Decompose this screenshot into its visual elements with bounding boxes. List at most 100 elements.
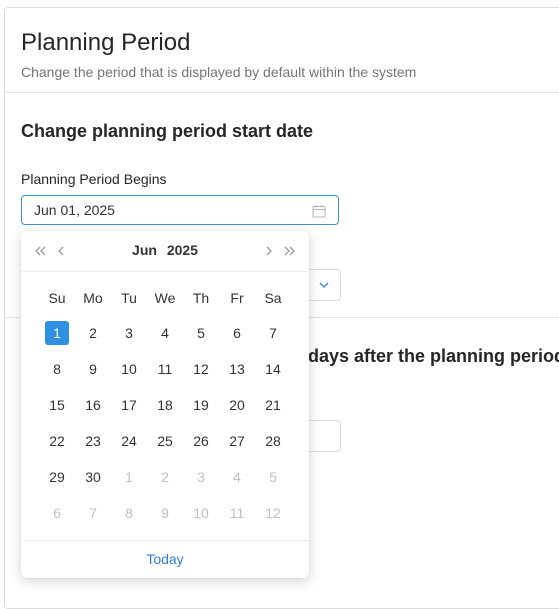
calendar-day-number: 21: [265, 397, 281, 413]
calendar-day-number: 23: [85, 433, 101, 449]
section-title-start-date: Change planning period start date: [21, 121, 314, 141]
chevron-down-icon: [319, 282, 329, 289]
calendar-day-number: 30: [85, 469, 101, 485]
calendar-day-other-month[interactable]: 10: [183, 501, 219, 525]
calendar-day[interactable]: 17: [111, 393, 147, 417]
calendar-day[interactable]: 3: [111, 321, 147, 345]
calendar-day[interactable]: 6: [219, 321, 255, 345]
calendar-day[interactable]: 26: [183, 429, 219, 453]
calendar-day-number: 6: [53, 505, 61, 521]
calendar-day-other-month[interactable]: 11: [219, 501, 255, 525]
calendar-day-number: 4: [161, 325, 169, 341]
calendar-day-number: 1: [125, 469, 133, 485]
calendar-day-other-month[interactable]: 8: [111, 501, 147, 525]
weekday-header-row: Su Mo Tu We Th Fr Sa: [39, 290, 291, 306]
calendar-day[interactable]: 27: [219, 429, 255, 453]
calendar-day[interactable]: 22: [39, 429, 75, 453]
calendar-day-number: 28: [265, 433, 281, 449]
calendar-day[interactable]: 21: [255, 393, 291, 417]
date-picker-popup: Jun 2025 Su Mo Tu We Th Fr Sa 1234567891…: [21, 231, 309, 578]
date-picker-footer: Today: [21, 540, 309, 579]
calendar-day[interactable]: 9: [75, 357, 111, 381]
calendar-day-other-month[interactable]: 2: [147, 465, 183, 489]
weekday-label: Tu: [121, 290, 137, 306]
planning-period-begins-label: Planning Period Begins: [21, 171, 167, 187]
calendar-day-other-month[interactable]: 9: [147, 501, 183, 525]
calendar-day[interactable]: 13: [219, 357, 255, 381]
calendar-week-row: 1 2 3 4 5 6 7: [39, 321, 291, 345]
calendar-day-number: 9: [161, 505, 169, 521]
weekday-label: Mo: [83, 290, 103, 306]
calendar-day-other-month[interactable]: 1: [111, 465, 147, 489]
page-title: Planning Period: [21, 29, 191, 56]
calendar-day[interactable]: 10: [111, 357, 147, 381]
calendar-day-number: 12: [265, 505, 281, 521]
calendar-day-number: 1: [45, 321, 69, 345]
calendar-day[interactable]: 7: [255, 321, 291, 345]
calendar-day[interactable]: 25: [147, 429, 183, 453]
calendar-day[interactable]: 11: [147, 357, 183, 381]
date-picker-header: Jun 2025: [21, 231, 309, 272]
calendar-day-number: 25: [157, 433, 173, 449]
calendar-day-number: 2: [161, 469, 169, 485]
double-chevron-right-icon[interactable]: [279, 241, 299, 261]
calendar-day-number: 7: [89, 505, 97, 521]
calendar-day[interactable]: 14: [255, 357, 291, 381]
calendar-day[interactable]: 24: [111, 429, 147, 453]
calendar-day[interactable]: 18: [147, 393, 183, 417]
calendar-day[interactable]: 8: [39, 357, 75, 381]
calendar-icon[interactable]: [312, 204, 326, 218]
date-input-value: Jun 01, 2025: [34, 202, 115, 218]
calendar-day[interactable]: 20: [219, 393, 255, 417]
calendar-day[interactable]: 12: [183, 357, 219, 381]
calendar-day-number: 22: [49, 433, 65, 449]
weekday-label: Sa: [264, 290, 282, 306]
calendar-day-number: 10: [193, 505, 209, 521]
weekday-label: Fr: [230, 290, 244, 306]
calendar-day-number: 8: [53, 361, 61, 377]
calendar-day-selected[interactable]: 1: [39, 321, 75, 345]
calendar-day[interactable]: 29: [39, 465, 75, 489]
calendar-day-number: 12: [193, 361, 209, 377]
year-label[interactable]: 2025: [167, 242, 198, 258]
calendar-day-number: 5: [197, 325, 205, 341]
calendar-day-number: 7: [269, 325, 277, 341]
calendar-day[interactable]: 2: [75, 321, 111, 345]
calendar-day-number: 11: [157, 361, 173, 377]
calendar-day[interactable]: 23: [75, 429, 111, 453]
weekday-label: Su: [48, 290, 66, 306]
calendar-day[interactable]: 16: [75, 393, 111, 417]
calendar-day-number: 24: [121, 433, 137, 449]
calendar-day[interactable]: 30: [75, 465, 111, 489]
calendar-day-number: 15: [49, 397, 65, 413]
calendar-day[interactable]: 5: [183, 321, 219, 345]
today-button[interactable]: Today: [21, 551, 309, 567]
calendar-day-number: 16: [85, 397, 101, 413]
section-title-days-after: days after the planning period: [308, 346, 559, 366]
calendar-day[interactable]: 4: [147, 321, 183, 345]
calendar-day[interactable]: 28: [255, 429, 291, 453]
chevron-right-icon[interactable]: [259, 241, 279, 261]
weekday-label: Th: [192, 290, 210, 306]
weekday-label: We: [154, 290, 176, 306]
calendar-day-other-month[interactable]: 12: [255, 501, 291, 525]
calendar-week-row: 6 7 8 9 10 11 12: [39, 501, 291, 525]
calendar-day-other-month[interactable]: 3: [183, 465, 219, 489]
calendar-day-number: 26: [193, 433, 209, 449]
calendar-day-number: 20: [229, 397, 245, 413]
calendar-day-other-month[interactable]: 6: [39, 501, 75, 525]
calendar-day-number: 13: [229, 361, 245, 377]
calendar-day-other-month[interactable]: 7: [75, 501, 111, 525]
calendar-day-number: 5: [269, 469, 277, 485]
calendar-day-other-month[interactable]: 5: [255, 465, 291, 489]
calendar-day-number: 8: [125, 505, 133, 521]
calendar-day-other-month[interactable]: 4: [219, 465, 255, 489]
calendar-day-number: 29: [49, 469, 65, 485]
month-label[interactable]: Jun: [132, 242, 157, 258]
calendar-day[interactable]: 19: [183, 393, 219, 417]
calendar-day-number: 3: [125, 325, 133, 341]
planning-period-begins-input[interactable]: Jun 01, 2025: [21, 195, 339, 225]
page-subtitle: Change the period that is displayed by d…: [21, 64, 417, 80]
calendar-day-number: 4: [233, 469, 241, 485]
calendar-day[interactable]: 15: [39, 393, 75, 417]
